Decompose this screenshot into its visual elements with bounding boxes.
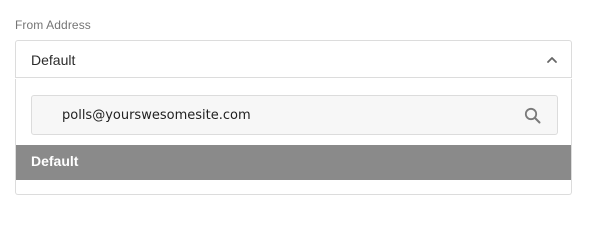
option-default[interactable]: Default	[16, 145, 571, 180]
option-label: Default	[31, 153, 79, 169]
from-address-select[interactable]: Default	[15, 40, 572, 78]
select-value: Default	[31, 52, 76, 68]
field-label: From Address	[15, 18, 91, 32]
chevron-up-icon[interactable]	[545, 53, 559, 67]
dropdown-panel: Default	[15, 79, 572, 195]
search-box[interactable]	[31, 95, 558, 135]
search-input[interactable]	[62, 96, 502, 134]
from-address-field: From Address Default Default	[0, 0, 610, 214]
search-icon[interactable]	[524, 107, 541, 124]
